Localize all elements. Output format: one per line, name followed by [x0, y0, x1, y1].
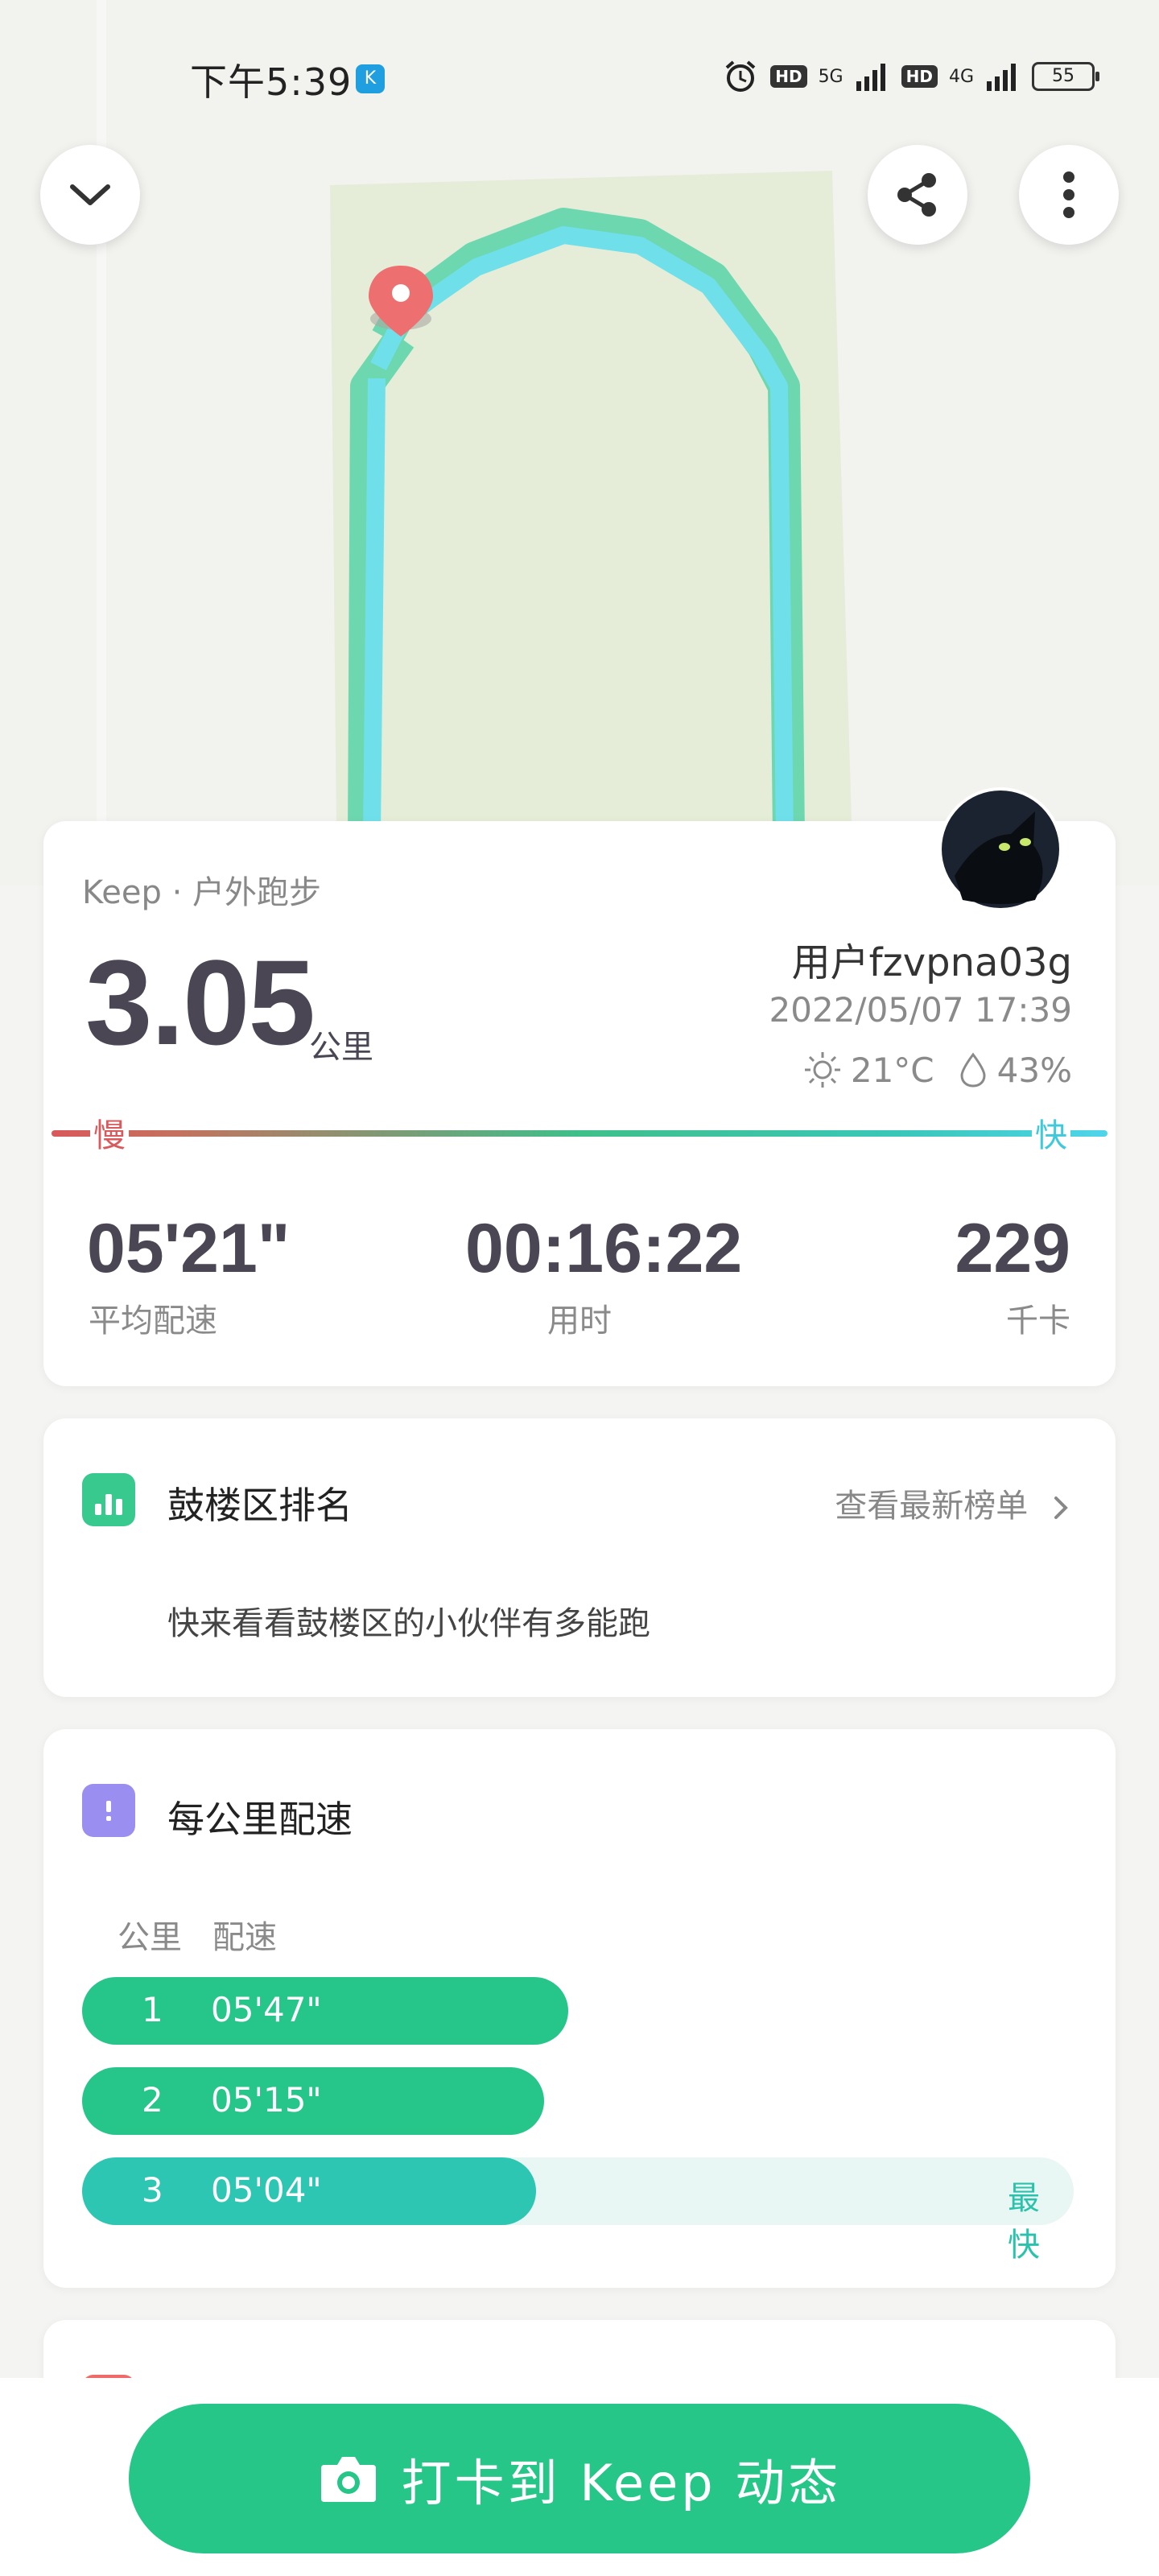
- pace-per-km-card: 每公里配速 公里 配速 1 05'47" 2 05'15" 3 05'04" 最…: [43, 1729, 1116, 2288]
- distance-value: 3.05: [85, 935, 316, 1070]
- signal-icon-2: [987, 64, 1016, 91]
- district-ranking-card[interactable]: 鼓楼区排名 查看最新榜单 快来看看鼓楼区的小伙伴有多能跑: [43, 1418, 1116, 1697]
- avg-pace-value: 05'21": [87, 1210, 291, 1287]
- more-button[interactable]: [1019, 145, 1119, 245]
- slow-label: 慢: [90, 1109, 129, 1156]
- km-pace: 05'04": [211, 2170, 322, 2210]
- ranking-chart-icon: [82, 1473, 135, 1526]
- ranking-description: 快来看看鼓楼区的小伙伴有多能跑: [167, 1605, 650, 1642]
- temperature: 21°C: [850, 1050, 934, 1090]
- battery-icon: 55: [1032, 62, 1099, 91]
- network-5g: 5G: [818, 66, 843, 87]
- route-map[interactable]: [0, 0, 1159, 886]
- avatar-cat-image: [942, 791, 1059, 908]
- fast-label: 快: [1032, 1109, 1070, 1156]
- km-pace: 05'47": [211, 1990, 322, 2029]
- view-leaderboard-link[interactable]: 查看最新榜单: [835, 1480, 1072, 1526]
- duration-value: 00:16:22: [465, 1210, 743, 1287]
- check-in-label: 打卡到 Keep 动态: [401, 2454, 842, 2512]
- share-button[interactable]: [868, 145, 967, 245]
- network-4g: 4G: [948, 66, 974, 87]
- hd-badge-2: HD: [901, 65, 938, 88]
- collapse-button[interactable]: [40, 145, 140, 245]
- ranking-title: 鼓楼区排名: [167, 1484, 353, 1527]
- km-number: 3: [142, 2170, 163, 2210]
- pace-badge-glyph: [106, 1801, 111, 1821]
- calories-value: 229: [955, 1210, 1071, 1287]
- run-summary-card: Keep · 户外跑步 3.05 公里 用户fzvpna03g 2022/05/…: [43, 787, 1116, 1386]
- user-name[interactable]: 用户fzvpna03g: [792, 931, 1072, 987]
- activity-source: Keep · 户外跑步: [82, 874, 321, 911]
- app-notification-icon: K: [356, 64, 385, 93]
- weather-info: 21°C 43%: [802, 1050, 1072, 1090]
- more-vertical-icon: [1063, 171, 1074, 218]
- duration-label: 用时: [547, 1302, 612, 1340]
- humidity-icon: [960, 1052, 986, 1088]
- check-in-button[interactable]: 打卡到 Keep 动态: [129, 2404, 1030, 2553]
- avg-pace-label: 平均配速: [89, 1302, 217, 1340]
- humidity: 43%: [996, 1050, 1072, 1090]
- chevron-right-icon: [1054, 1496, 1068, 1519]
- view-leaderboard-label: 查看最新榜单: [835, 1488, 1029, 1525]
- run-datetime: 2022/05/07 17:39: [769, 990, 1072, 1030]
- camera-icon: [320, 2457, 376, 2502]
- km-pace: 05'15": [211, 2080, 322, 2120]
- bottom-action-bar: 打卡到 Keep 动态: [0, 2378, 1159, 2576]
- calories-label: 千卡: [1006, 1302, 1070, 1340]
- avatar[interactable]: [938, 787, 1062, 911]
- km-number: 1: [142, 1990, 163, 2029]
- sun-icon: [804, 1052, 840, 1088]
- signal-icon: [856, 64, 885, 91]
- alarm-icon: [725, 60, 756, 92]
- col-pace-header: 配速: [212, 1919, 277, 1956]
- pace-per-km-title: 每公里配速: [167, 1798, 353, 1841]
- pace-icon: [82, 1784, 135, 1837]
- col-km-header: 公里: [118, 1919, 182, 1956]
- km-number: 2: [142, 2080, 163, 2120]
- fastest-tag: 最快: [1008, 2180, 1040, 2264]
- chevron-down-icon: [70, 184, 110, 205]
- share-icon: [897, 173, 936, 217]
- distance-unit: 公里: [309, 1029, 373, 1066]
- status-icons: HD 5G HD 4G 55: [722, 56, 1099, 97]
- pace-color-scale: [52, 1130, 1107, 1137]
- hd-badge: HD: [770, 65, 807, 88]
- status-time: 下午5:39: [190, 60, 353, 104]
